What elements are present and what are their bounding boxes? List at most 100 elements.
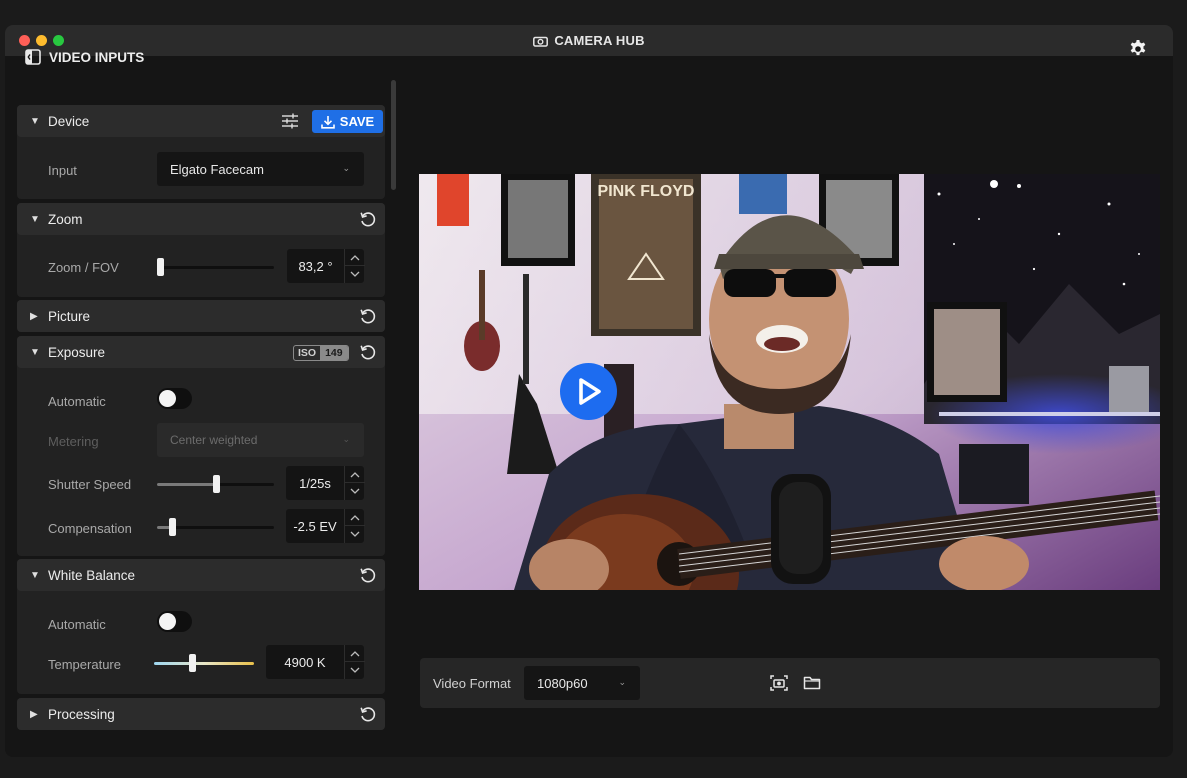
bottom-toolbar: Video Format 1080p60 ⌄ — [420, 658, 1160, 708]
section-processing: ▶ Processing — [17, 698, 385, 730]
panel-scrollbar[interactable] — [391, 80, 396, 190]
section-white-balance-header[interactable]: ▼ White Balance — [17, 559, 385, 591]
reset-icon[interactable] — [359, 307, 377, 325]
exposure-automatic-label: Automatic — [48, 394, 106, 409]
compensation-label: Compensation — [48, 521, 132, 536]
section-picture-header[interactable]: ▶ Picture — [17, 300, 385, 332]
caret-down-icon: ▼ — [30, 569, 40, 581]
wb-automatic-toggle[interactable] — [157, 611, 192, 632]
caret-down-icon: ▼ — [30, 115, 40, 127]
video-frame-image: PINK FLOYD — [419, 174, 1160, 590]
increment-button[interactable] — [345, 509, 365, 526]
svg-text:PINK FLOYD: PINK FLOYD — [598, 183, 695, 200]
chevron-down-icon: ⌄ — [342, 433, 350, 444]
shutter-speed-label: Shutter Speed — [48, 477, 132, 492]
metering-select[interactable]: Center weighted ⌄ — [157, 423, 364, 457]
temperature-value: 4900 K — [284, 654, 326, 670]
video-format-select[interactable]: 1080p60 ⌄ — [524, 666, 640, 700]
stepper-arrows — [344, 509, 365, 543]
stepper-arrows — [344, 466, 365, 500]
zoom-fov-label: Zoom / FOV — [48, 260, 119, 275]
zoom-fov-slider[interactable] — [157, 258, 274, 276]
gear-icon[interactable] — [1128, 39, 1148, 59]
section-zoom: ▼ Zoom Zoom / FOV 83,2 ° — [17, 203, 385, 297]
increment-button[interactable] — [345, 249, 365, 266]
slider-track — [154, 662, 254, 665]
save-button-label: SAVE — [339, 114, 375, 129]
download-icon — [320, 115, 335, 129]
section-zoom-header[interactable]: ▼ Zoom — [17, 203, 385, 235]
compensation-slider[interactable] — [157, 518, 274, 536]
exposure-automatic-toggle[interactable] — [157, 388, 192, 409]
slider-knob[interactable] — [213, 475, 220, 493]
increment-button[interactable] — [345, 466, 365, 483]
camera-icon — [533, 36, 549, 47]
chevron-down-icon: ⌄ — [618, 676, 626, 687]
section-picture: ▶ Picture — [17, 300, 385, 332]
caret-down-icon: ▼ — [30, 213, 40, 225]
slider-knob[interactable] — [189, 654, 196, 672]
iso-badge-value: 149 — [320, 346, 348, 360]
panel-title: VIDEO INPUTS — [49, 49, 145, 65]
save-button[interactable]: SAVE — [312, 110, 383, 133]
toggle-knob — [159, 390, 176, 407]
zoom-fov-value: 83,2 ° — [298, 258, 333, 274]
iso-badge: ISO 149 — [293, 345, 349, 361]
shutter-speed-stepper[interactable]: 1/25s — [286, 466, 365, 500]
wb-automatic-label: Automatic — [48, 617, 106, 632]
input-label: Input — [48, 163, 77, 178]
iso-badge-key: ISO — [298, 347, 317, 359]
decrement-button[interactable] — [345, 526, 365, 543]
caret-right-icon: ▶ — [30, 310, 38, 322]
section-exposure: ▼ Exposure Automatic Metering Center wei… — [17, 336, 385, 556]
zoom-fov-stepper[interactable]: 83,2 ° — [287, 249, 365, 283]
tune-icon[interactable] — [281, 112, 299, 130]
play-button[interactable] — [560, 363, 617, 420]
metering-label: Metering — [48, 434, 99, 449]
temperature-slider[interactable] — [154, 654, 254, 672]
stepper-arrows — [344, 645, 365, 679]
section-exposure-label: Exposure — [48, 344, 106, 360]
stepper-arrows — [344, 249, 365, 283]
slider-fill — [157, 483, 216, 486]
reset-icon[interactable] — [359, 210, 377, 228]
decrement-button[interactable] — [345, 266, 365, 283]
play-icon — [579, 378, 601, 405]
panel-header: VIDEO INPUTS — [25, 48, 144, 66]
section-picture-label: Picture — [48, 308, 91, 324]
temperature-label: Temperature — [48, 657, 121, 672]
reset-icon[interactable] — [359, 566, 377, 584]
section-processing-header[interactable]: ▶ Processing — [17, 698, 385, 730]
reset-icon[interactable] — [359, 343, 377, 361]
title-bar: CAMERA HUB — [5, 25, 1173, 56]
screenshot-icon[interactable] — [769, 673, 789, 693]
input-select-value: Elgato Facecam — [170, 161, 264, 177]
slider-knob[interactable] — [157, 258, 164, 276]
section-white-balance: ▼ White Balance Automatic Temperature 49… — [17, 559, 385, 694]
sidebar-icon[interactable] — [25, 49, 41, 65]
video-format-label: Video Format — [433, 676, 511, 691]
section-processing-label: Processing — [48, 706, 115, 722]
folder-icon[interactable] — [802, 673, 822, 693]
shutter-speed-slider[interactable] — [157, 475, 274, 493]
metering-select-value: Center weighted — [170, 433, 258, 447]
chevron-down-icon: ⌄ — [342, 162, 350, 173]
compensation-stepper[interactable]: -2.5 EV — [286, 509, 365, 543]
video-preview[interactable]: PINK FLOYD — [419, 174, 1160, 590]
section-device-label: Device — [48, 113, 90, 129]
slider-track — [157, 266, 274, 269]
caret-right-icon: ▶ — [30, 708, 38, 720]
input-select[interactable]: Elgato Facecam ⌄ — [157, 152, 364, 186]
reset-icon[interactable] — [359, 705, 377, 723]
app-title-text: CAMERA HUB — [554, 33, 645, 48]
temperature-stepper[interactable]: 4900 K — [266, 645, 365, 679]
decrement-button[interactable] — [345, 662, 365, 679]
slider-knob[interactable] — [169, 518, 176, 536]
section-white-balance-label: White Balance — [48, 567, 136, 583]
shutter-speed-value: 1/25s — [299, 475, 331, 491]
app-title: CAMERA HUB — [5, 33, 1173, 48]
toggle-knob — [159, 613, 176, 630]
caret-down-icon: ▼ — [30, 346, 40, 358]
increment-button[interactable] — [345, 645, 365, 662]
decrement-button[interactable] — [345, 483, 365, 500]
